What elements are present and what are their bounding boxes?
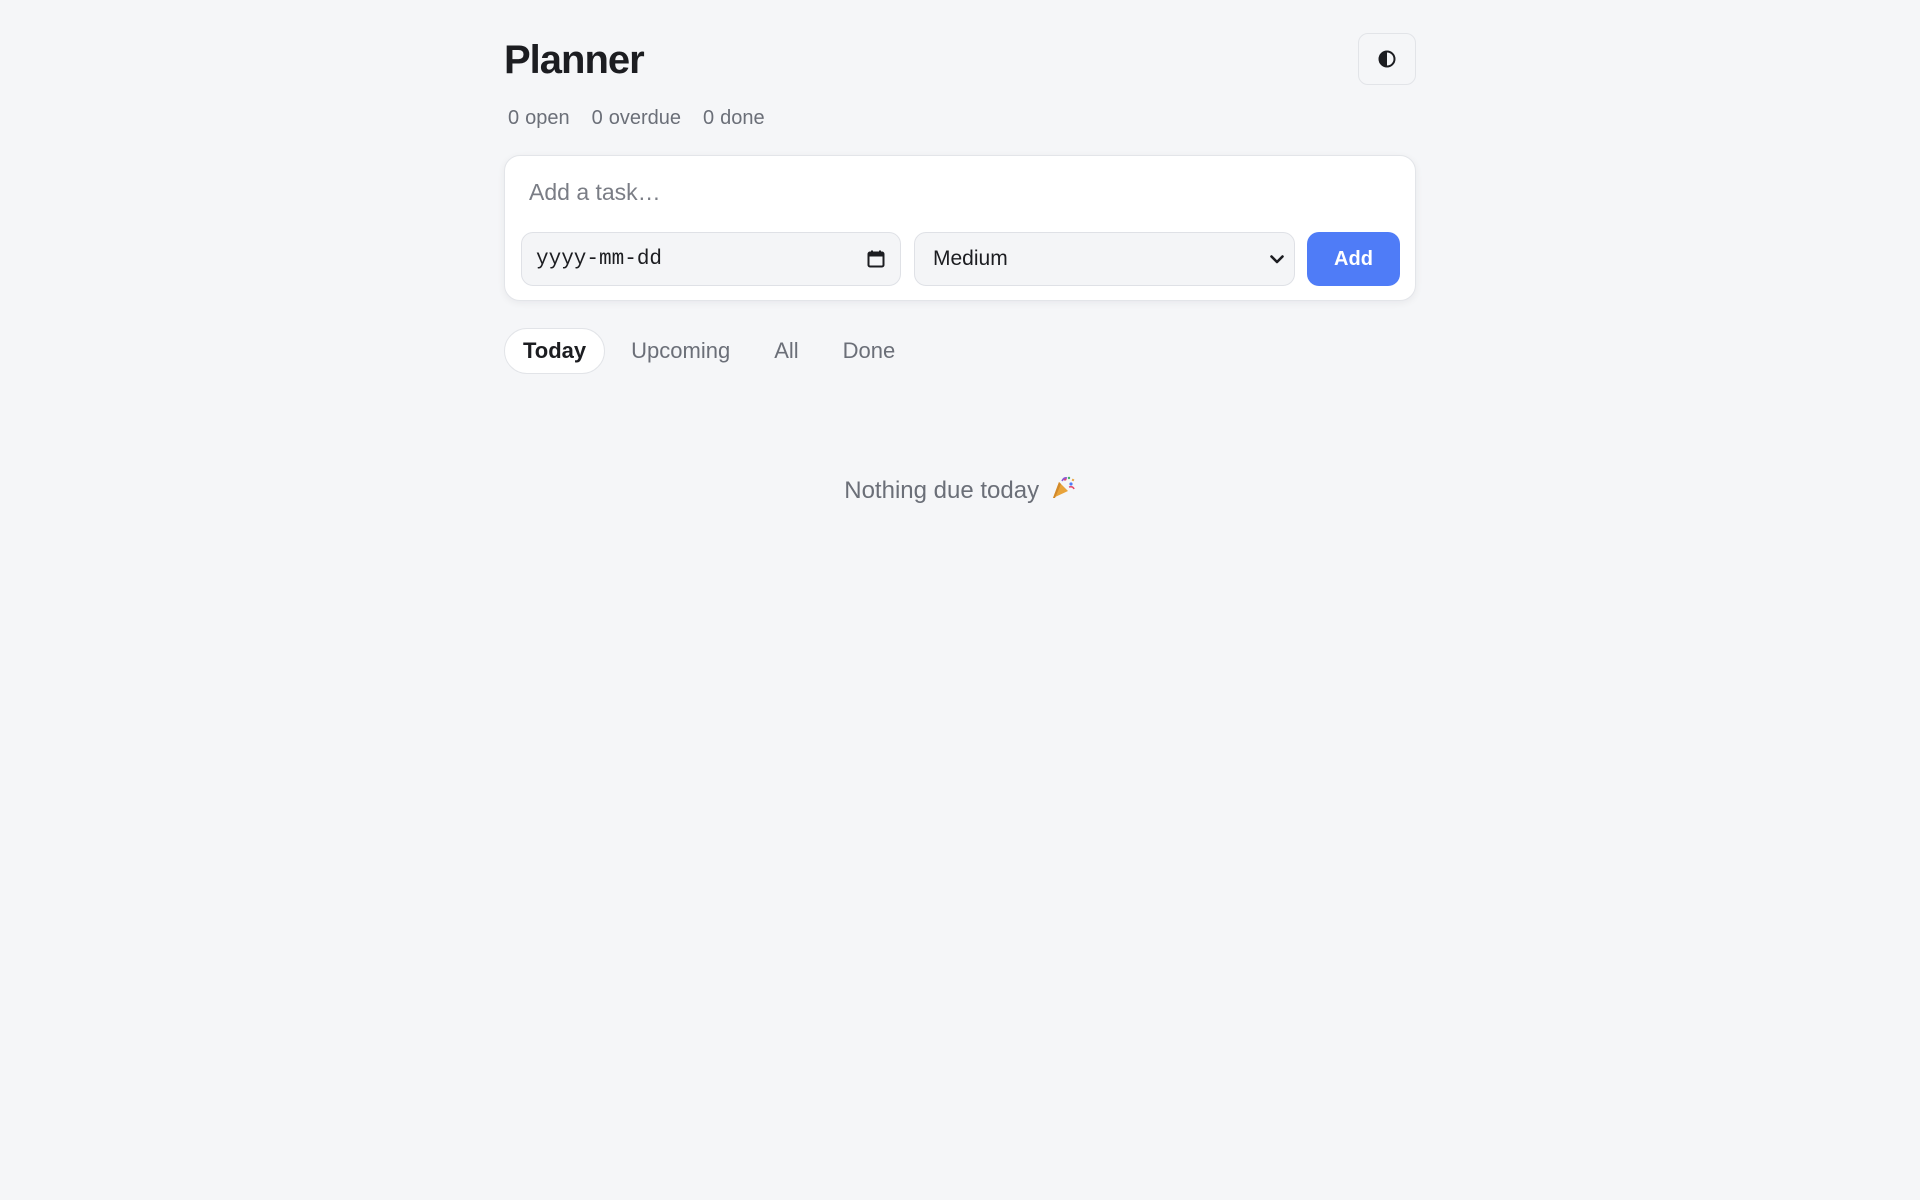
tab-upcoming[interactable]: Upcoming — [613, 328, 748, 374]
calendar-icon[interactable] — [866, 249, 886, 269]
theme-toggle-button[interactable] — [1358, 33, 1416, 85]
stat-open-count: 0 — [508, 107, 520, 129]
due-date-placeholder: yyyy-mm-dd — [536, 247, 663, 271]
stats-summary: 0 open 0 overdue 0 done — [508, 107, 765, 130]
stat-overdue-count: 0 — [591, 107, 603, 129]
add-task-button[interactable]: Add — [1307, 232, 1400, 286]
tab-done[interactable]: Done — [825, 328, 914, 374]
task-title-input[interactable] — [517, 170, 1397, 214]
stat-done: 0 done — [703, 107, 765, 130]
stat-open: 0 open — [508, 107, 570, 130]
chevron-down-icon — [1270, 255, 1284, 264]
party-popper-icon — [1052, 476, 1075, 498]
due-date-input[interactable]: yyyy-mm-dd — [521, 232, 901, 286]
priority-selected-value: Medium — [933, 247, 1008, 270]
stat-open-label: open — [525, 107, 570, 129]
tab-all[interactable]: All — [756, 328, 816, 374]
priority-select[interactable]: Medium — [914, 232, 1295, 286]
stat-done-label: done — [720, 107, 765, 129]
stat-done-count: 0 — [703, 107, 715, 129]
empty-state: Nothing due today — [504, 474, 1416, 505]
tab-today[interactable]: Today — [504, 328, 606, 374]
contrast-icon — [1378, 50, 1396, 68]
stat-overdue: 0 overdue — [592, 107, 681, 130]
filter-tabs: Today Upcoming All Done — [504, 328, 921, 374]
stat-overdue-label: overdue — [608, 107, 682, 129]
add-task-card: yyyy-mm-dd Medium Add — [504, 155, 1416, 301]
empty-state-message: Nothing due today — [844, 477, 1040, 504]
planner-app: Planner 0 open 0 overdue 0 done yyy — [504, 0, 1416, 504]
header: Planner 0 open 0 overdue 0 done — [504, 0, 1416, 129]
page-title: Planner — [504, 38, 645, 82]
